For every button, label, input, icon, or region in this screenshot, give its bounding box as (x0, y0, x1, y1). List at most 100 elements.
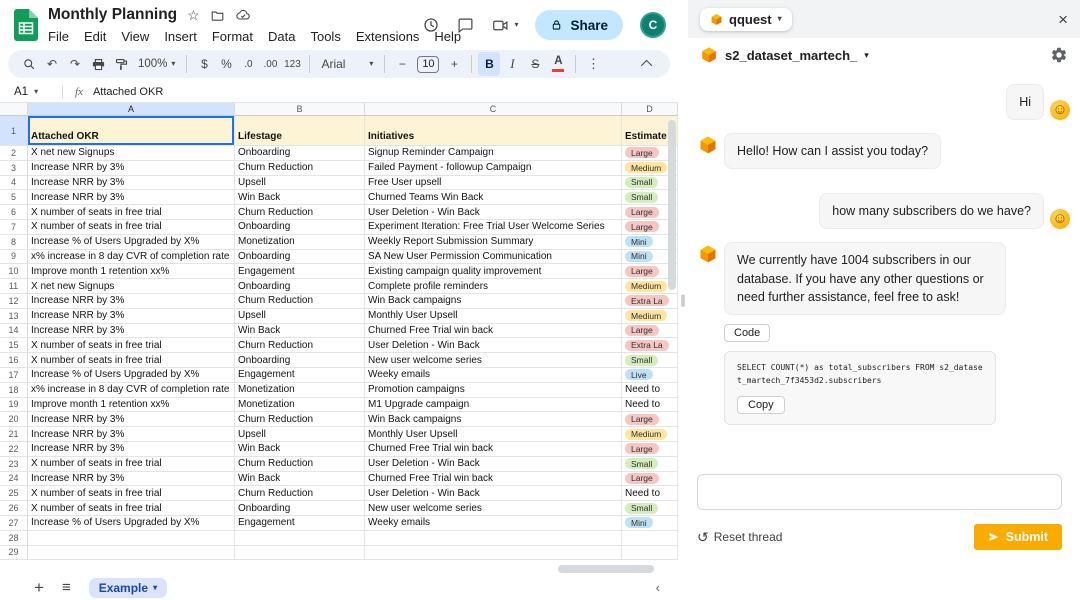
increase-font-size-button[interactable]: + (443, 52, 465, 76)
cell[interactable]: Mini (622, 516, 678, 531)
cell[interactable]: Churned Free Trial win back (365, 472, 622, 487)
row-header-27[interactable]: 27 (0, 516, 28, 531)
estimate-chip[interactable]: Mini (625, 251, 653, 262)
cell[interactable]: Large (622, 442, 678, 457)
cell[interactable]: Onboarding (235, 279, 365, 294)
cell[interactable]: Lifestage (235, 116, 365, 146)
estimate-chip[interactable]: Small (625, 355, 658, 366)
cell[interactable]: Upsell (235, 176, 365, 191)
column-header-b[interactable]: B (235, 103, 365, 116)
cell[interactable] (365, 546, 622, 561)
cell[interactable]: Churned Free Trial win back (365, 324, 622, 339)
settings-gear-icon[interactable] (1050, 46, 1068, 64)
chevron-down-icon[interactable]: ▾ (864, 50, 869, 61)
cell[interactable]: SA New User Permission Communication (365, 250, 622, 265)
row-header-3[interactable]: 3 (0, 161, 28, 176)
cell[interactable]: Monthly User Upsell (365, 427, 622, 442)
cell[interactable]: Need to (622, 398, 678, 413)
cell[interactable]: Improve month 1 retention xx% (28, 398, 235, 413)
code-toggle-button[interactable]: Code (724, 324, 770, 342)
estimate-chip[interactable]: Extra La (625, 295, 669, 306)
estimate-chip[interactable]: Small (625, 177, 658, 188)
estimate-chip[interactable]: Mini (625, 517, 653, 528)
menu-data[interactable]: Data (268, 29, 295, 44)
cell[interactable]: Increase NRR by 3% (28, 161, 235, 176)
row-header-16[interactable]: 16 (0, 353, 28, 368)
estimate-chip[interactable]: Large (625, 147, 659, 158)
estimate-chip[interactable]: Small (625, 458, 658, 469)
redo-button[interactable]: ↷ (64, 52, 86, 76)
cell[interactable]: Increase NRR by 3% (28, 294, 235, 309)
chevron-down-icon[interactable]: ▾ (514, 21, 518, 29)
menu-extensions[interactable]: Extensions (356, 29, 420, 44)
version-history-icon[interactable] (422, 16, 440, 34)
close-icon[interactable]: × (1058, 11, 1068, 28)
formula-bar-value[interactable]: Attached OKR (93, 86, 163, 98)
cell[interactable]: Small (622, 501, 678, 516)
menu-view[interactable]: View (121, 29, 149, 44)
sheet-tab-example[interactable]: Example ▾ (89, 578, 167, 598)
cell[interactable]: Onboarding (235, 353, 365, 368)
vertical-scrollbar[interactable] (668, 120, 676, 290)
all-sheets-icon[interactable]: ≡ (62, 580, 71, 595)
cell[interactable]: Increase NRR by 3% (28, 190, 235, 205)
cell[interactable]: Onboarding (235, 220, 365, 235)
cell[interactable]: Signup Reminder Campaign (365, 146, 622, 161)
column-header-a[interactable]: A (28, 103, 235, 116)
estimate-chip[interactable]: Large (625, 414, 659, 425)
cell[interactable]: x% increase in 8 day CVR of completion r… (28, 250, 235, 265)
cell[interactable]: Churn Reduction (235, 338, 365, 353)
cell[interactable]: Weeky emails (365, 516, 622, 531)
cell[interactable]: Increase % of Users Upgraded by X% (28, 516, 235, 531)
collapse-toolbar-icon[interactable] (641, 60, 652, 71)
cell[interactable]: Win Back (235, 442, 365, 457)
cell[interactable]: Win Back (235, 324, 365, 339)
cell[interactable]: Increase NRR by 3% (28, 427, 235, 442)
column-header-d[interactable]: D (622, 103, 678, 116)
cell[interactable]: Engagement (235, 516, 365, 531)
copy-button[interactable]: Copy (737, 396, 785, 414)
estimate-chip[interactable]: Large (625, 266, 659, 277)
cell[interactable] (235, 546, 365, 561)
cell[interactable]: Medium (622, 309, 678, 324)
cell[interactable]: Increase NRR by 3% (28, 176, 235, 191)
estimate-chip[interactable]: Mini (625, 236, 653, 247)
add-sheet-button[interactable]: + (34, 579, 44, 596)
cell[interactable]: X number of seats in free trial (28, 338, 235, 353)
font-size-input[interactable]: 10 (417, 56, 439, 73)
cell[interactable]: Increase % of Users Upgraded by X% (28, 235, 235, 250)
cell[interactable]: Engagement (235, 368, 365, 383)
text-color-button[interactable]: A (547, 56, 569, 72)
cell[interactable]: Churn Reduction (235, 294, 365, 309)
cell[interactable] (28, 531, 235, 546)
cell[interactable]: Increase % of Users Upgraded by X% (28, 368, 235, 383)
bold-button[interactable]: B (478, 52, 500, 76)
comments-icon[interactable] (457, 17, 474, 34)
name-box[interactable]: A1 ▾ (0, 86, 58, 98)
row-header-23[interactable]: 23 (0, 457, 28, 472)
cell[interactable]: X net new Signups (28, 279, 235, 294)
cell[interactable]: X number of seats in free trial (28, 486, 235, 501)
cell[interactable]: M1 Upgrade campaign (365, 398, 622, 413)
sheets-logo-icon[interactable] (14, 9, 38, 41)
row-header-9[interactable]: 9 (0, 250, 28, 265)
row-header-21[interactable]: 21 (0, 427, 28, 442)
decrease-decimal-button[interactable]: .0 (237, 52, 259, 76)
cell[interactable]: Large (622, 472, 678, 487)
cell[interactable]: Extra La (622, 338, 678, 353)
row-header-5[interactable]: 5 (0, 190, 28, 205)
cell[interactable]: Churn Reduction (235, 161, 365, 176)
reset-thread-button[interactable]: ↺ Reset thread (697, 530, 782, 544)
row-header-26[interactable]: 26 (0, 501, 28, 516)
estimate-chip[interactable]: Extra La (625, 340, 669, 351)
cell[interactable]: Engagement (235, 264, 365, 279)
row-header-7[interactable]: 7 (0, 220, 28, 235)
cell[interactable]: Win Back (235, 472, 365, 487)
more-options-icon[interactable]: ⋮ (582, 52, 604, 76)
decrease-font-size-button[interactable]: − (391, 52, 413, 76)
estimate-chip[interactable]: Medium (625, 162, 667, 173)
row-header-13[interactable]: 13 (0, 309, 28, 324)
currency-format-button[interactable]: $ (193, 52, 215, 76)
estimate-chip[interactable]: Medium (625, 310, 667, 321)
cell[interactable]: Monetization (235, 383, 365, 398)
